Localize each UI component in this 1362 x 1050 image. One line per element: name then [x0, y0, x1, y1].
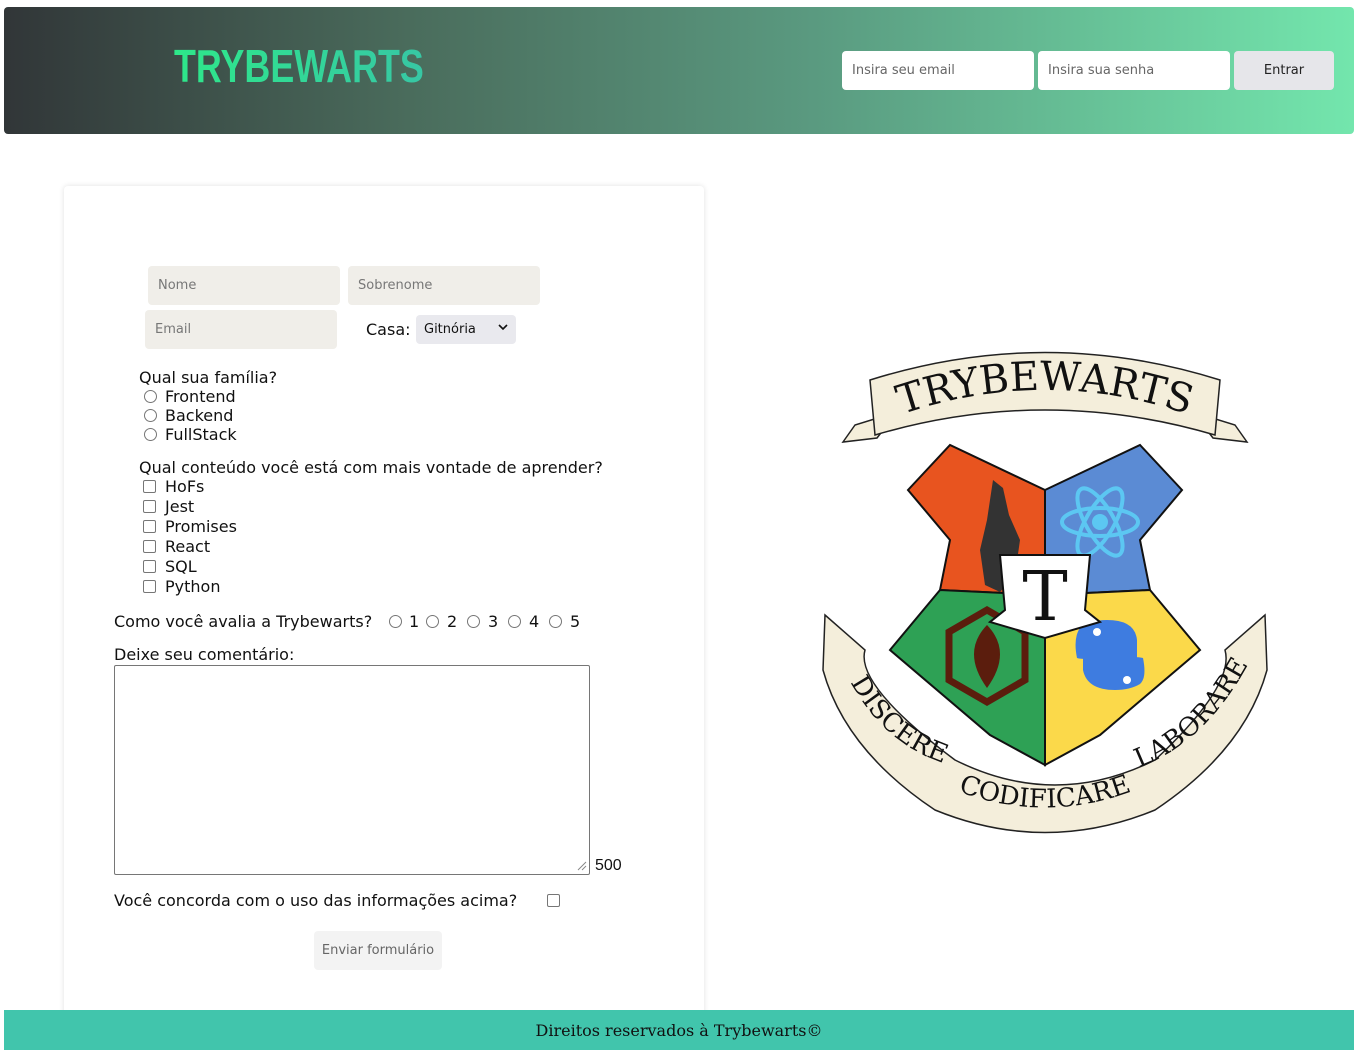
comment-label: Deixe seu comentário:: [114, 645, 295, 664]
family-radio-frontend[interactable]: [144, 390, 157, 403]
center-letter: T: [1022, 558, 1067, 637]
rating-label-4: 4: [529, 612, 540, 631]
content-checkbox-sql[interactable]: [143, 560, 156, 573]
content-label-react: React: [165, 537, 211, 556]
logo-title: TRYBEWARTS: [174, 40, 424, 92]
content-question: Qual conteúdo você está com mais vontade…: [139, 458, 603, 477]
rating-question: Como você avalia a Trybewarts?: [114, 612, 373, 631]
rating-radio-5[interactable]: [549, 615, 562, 628]
house-select[interactable]: Gitnória: [416, 315, 516, 344]
char-counter: 500: [595, 857, 622, 874]
name-input[interactable]: [148, 266, 340, 305]
resize-grip-icon[interactable]: [576, 860, 587, 871]
house-selected-value: Gitnória: [424, 322, 476, 337]
login-email-input[interactable]: [842, 51, 1034, 90]
footer-text: Direitos reservados à Trybewarts©: [535, 1020, 823, 1040]
content-checkbox-promises[interactable]: [143, 520, 156, 533]
rating-label-5: 5: [570, 612, 581, 631]
content-label-hofs: HoFs: [165, 477, 205, 496]
house-label: Casa:: [366, 320, 411, 339]
rating-radio-1[interactable]: [389, 615, 402, 628]
agreement-checkbox[interactable]: [547, 894, 560, 907]
rating-radio-3[interactable]: [467, 615, 480, 628]
comment-textarea[interactable]: [114, 665, 590, 875]
rating-radio-2[interactable]: [426, 615, 439, 628]
chevron-down-icon: [498, 322, 508, 335]
submit-form-button[interactable]: Enviar formulário: [314, 931, 442, 970]
login-password-input[interactable]: [1038, 51, 1230, 90]
rating-label-1: 1: [409, 612, 420, 631]
content-checkbox-python[interactable]: [143, 580, 156, 593]
footer: Direitos reservados à Trybewarts©: [4, 1010, 1354, 1050]
content-label-promises: Promises: [165, 517, 237, 536]
lastname-input[interactable]: [348, 266, 540, 305]
content-label-python: Python: [165, 577, 221, 596]
form-email-input[interactable]: [145, 310, 337, 349]
login-button[interactable]: Entrar: [1234, 51, 1334, 90]
agreement-label: Você concorda com o uso das informações …: [114, 891, 518, 910]
family-label-backend: Backend: [165, 406, 234, 425]
content-checkbox-react[interactable]: [143, 540, 156, 553]
rating-label-3: 3: [488, 612, 499, 631]
family-radio-backend[interactable]: [144, 409, 157, 422]
content-checkbox-hofs[interactable]: [143, 480, 156, 493]
family-label-fullstack: FullStack: [165, 425, 237, 444]
family-radio-fullstack[interactable]: [144, 428, 157, 441]
family-label-frontend: Frontend: [165, 387, 236, 406]
rating-label-2: 2: [447, 612, 458, 631]
family-question: Qual sua família?: [139, 368, 278, 387]
rating-radio-4[interactable]: [508, 615, 521, 628]
content-label-sql: SQL: [165, 557, 197, 576]
trybewarts-crest-logo: TRYBEWARTS T DISCERE CODIFICARE LABORARE: [822, 351, 1268, 834]
content-checkbox-jest[interactable]: [143, 500, 156, 513]
content-label-jest: Jest: [165, 497, 195, 516]
